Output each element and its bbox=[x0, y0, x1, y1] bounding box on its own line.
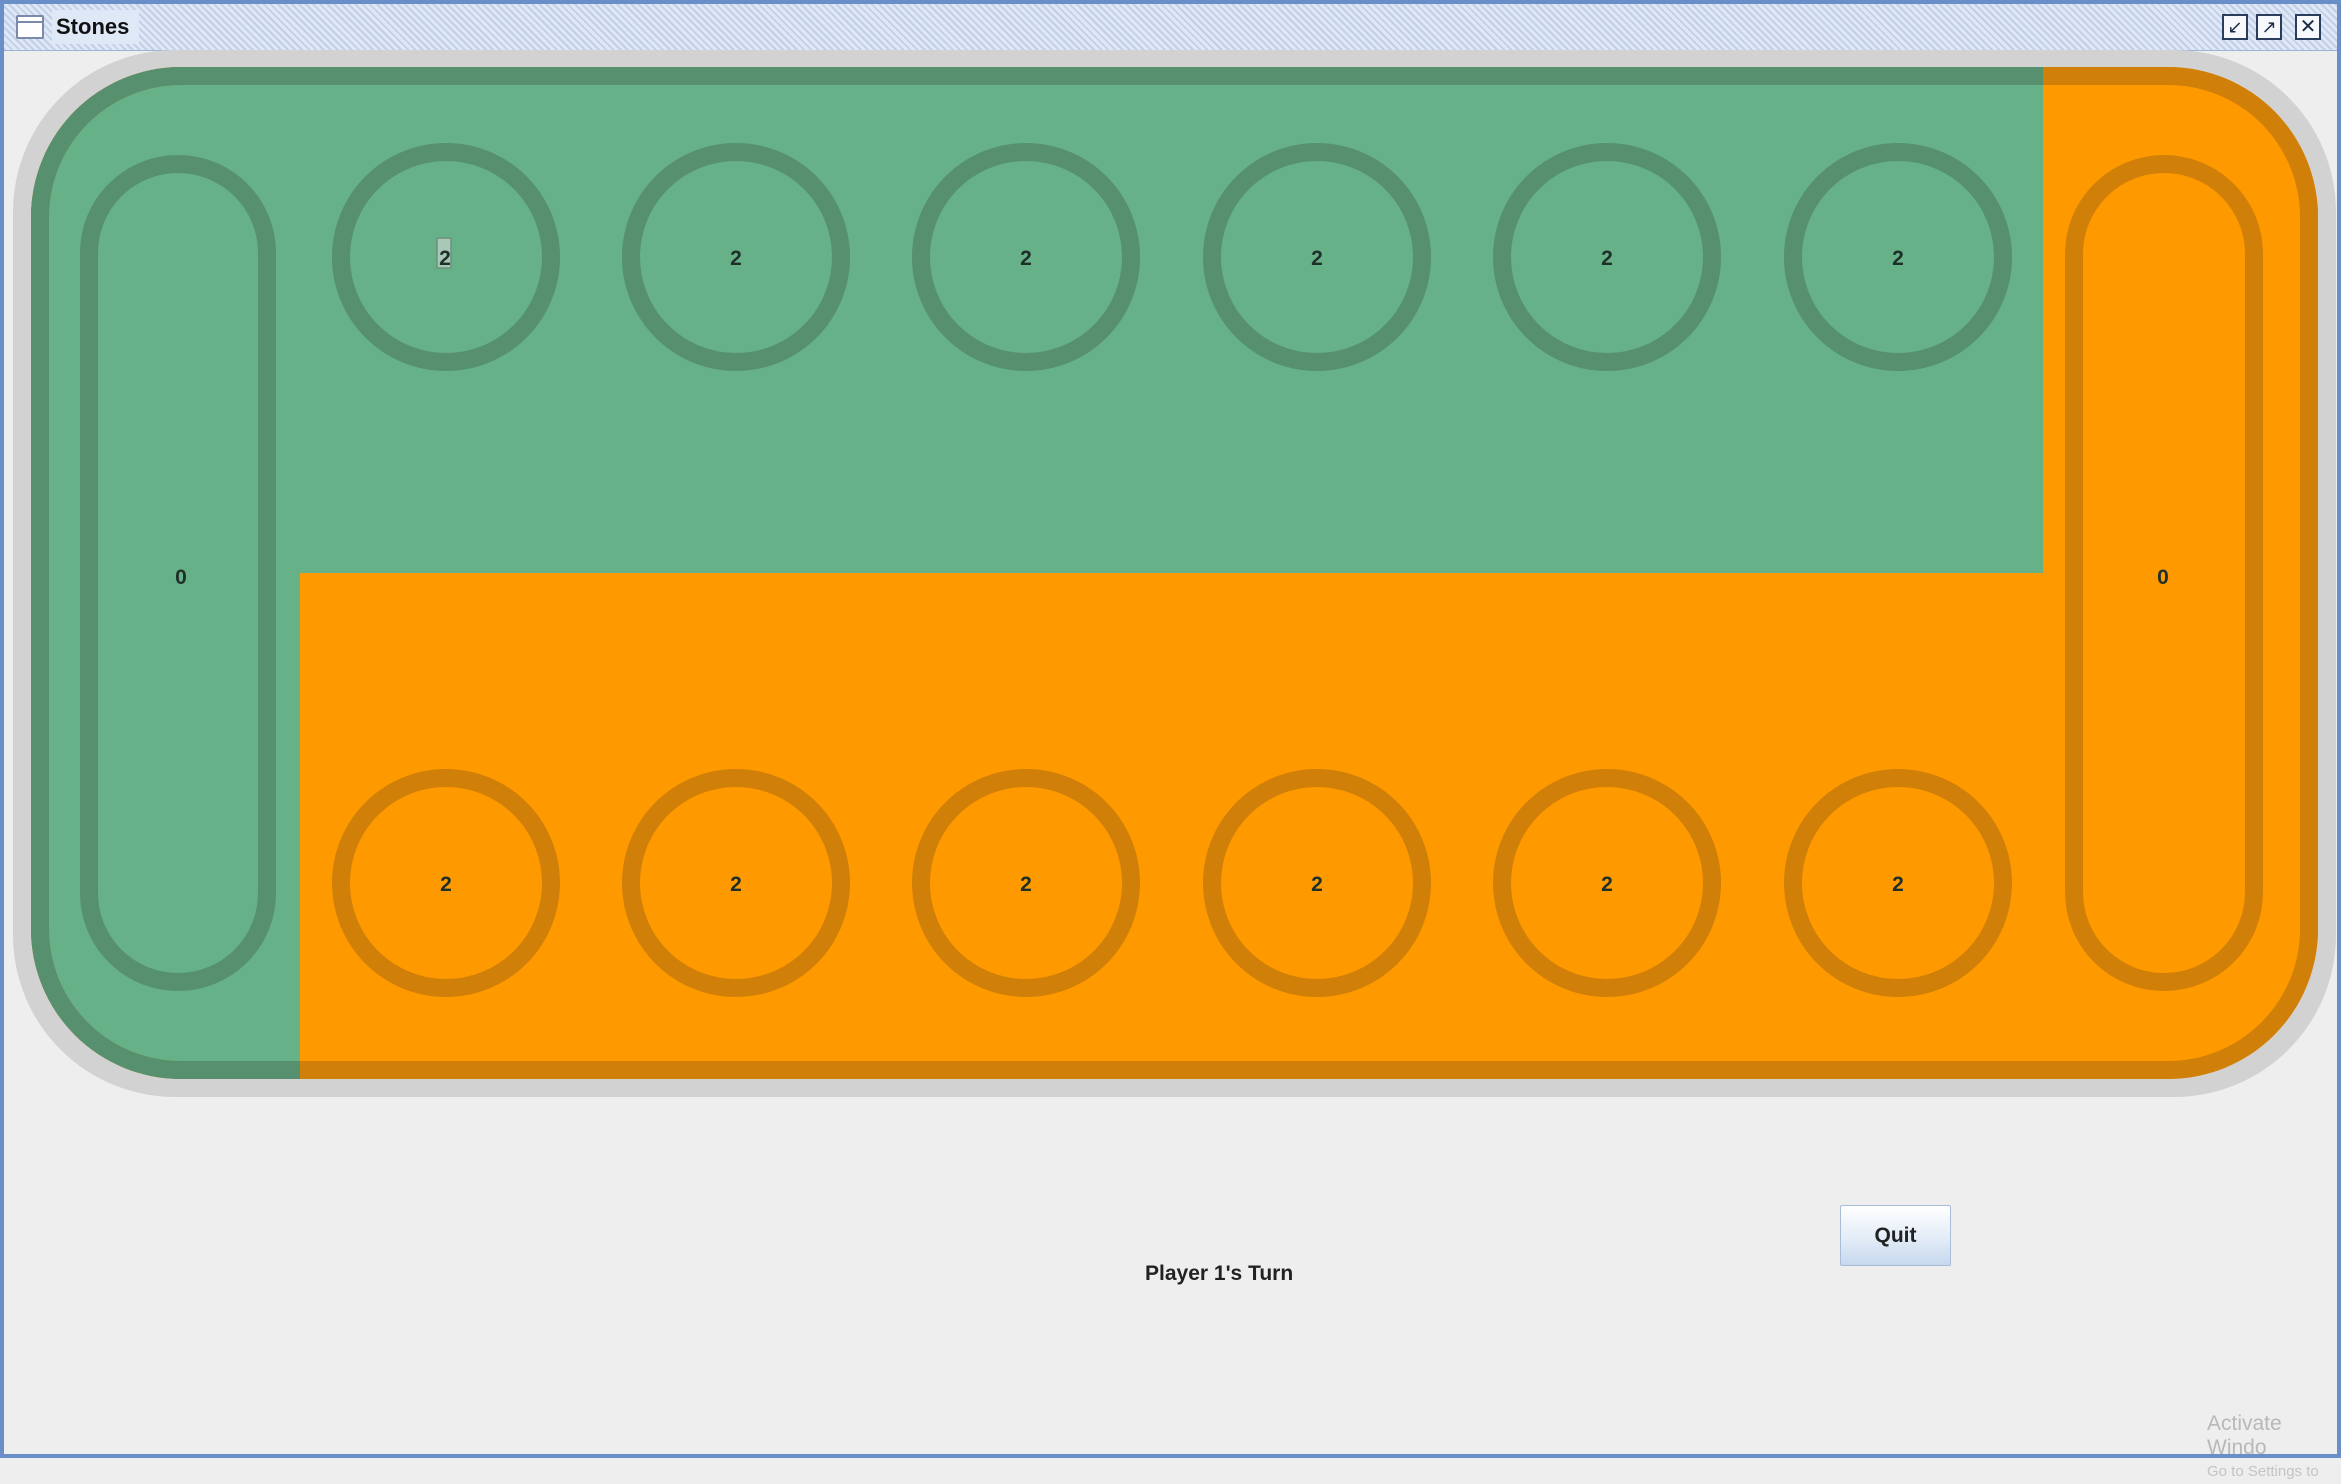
pit-bottom-4[interactable]: 2 bbox=[1203, 769, 1431, 997]
turn-status: Player 1's Turn bbox=[1145, 1262, 1294, 1285]
pit-top-2[interactable]: 2 bbox=[622, 143, 850, 371]
pit-top-5-count: 2 bbox=[1601, 247, 1613, 270]
pit-bottom-5-count: 2 bbox=[1601, 873, 1613, 896]
pit-bottom-5[interactable]: 2 bbox=[1493, 769, 1721, 997]
pit-bottom-2[interactable]: 2 bbox=[622, 769, 850, 997]
pit-bottom-4-count: 2 bbox=[1311, 873, 1323, 896]
quit-button[interactable]: Quit bbox=[1840, 1205, 1951, 1266]
pit-bottom-6[interactable]: 2 bbox=[1784, 769, 2012, 997]
pit-bottom-1-count: 2 bbox=[440, 873, 452, 896]
watermark-line2: Go to Settings to bbox=[2207, 1463, 2319, 1480]
pit-bottom-1[interactable]: 2 bbox=[332, 769, 560, 997]
pit-top-4[interactable]: 2 bbox=[1203, 143, 1431, 371]
store-left-count: 0 bbox=[175, 566, 187, 589]
pit-top-4-count: 2 bbox=[1311, 247, 1323, 270]
pit-top-3[interactable]: 2 bbox=[912, 143, 1140, 371]
pit-top-5[interactable]: 2 bbox=[1493, 143, 1721, 371]
pit-top-6[interactable]: 2 bbox=[1784, 143, 2012, 371]
pit-top-1-count: 2 bbox=[439, 247, 451, 270]
pit-top-6-count: 2 bbox=[1892, 247, 1904, 270]
pit-bottom-3-count: 2 bbox=[1020, 873, 1032, 896]
pit-top-1[interactable]: 2 bbox=[332, 143, 560, 371]
pit-top-2-count: 2 bbox=[730, 247, 742, 270]
activation-watermark: Activate Windo Go to Settings to bbox=[2207, 1412, 2341, 1484]
pit-top-3-count: 2 bbox=[1020, 247, 1032, 270]
pit-bottom-2-count: 2 bbox=[730, 873, 742, 896]
mancala-board: 0 0 2 2 2 2 2 2 2 2 2 2 2 2 bbox=[13, 50, 2336, 1097]
watermark-line1: Activate Windo bbox=[2207, 1412, 2282, 1459]
pit-bottom-6-count: 2 bbox=[1892, 873, 1904, 896]
store-right-count: 0 bbox=[2157, 566, 2169, 589]
pit-bottom-3[interactable]: 2 bbox=[912, 769, 1140, 997]
